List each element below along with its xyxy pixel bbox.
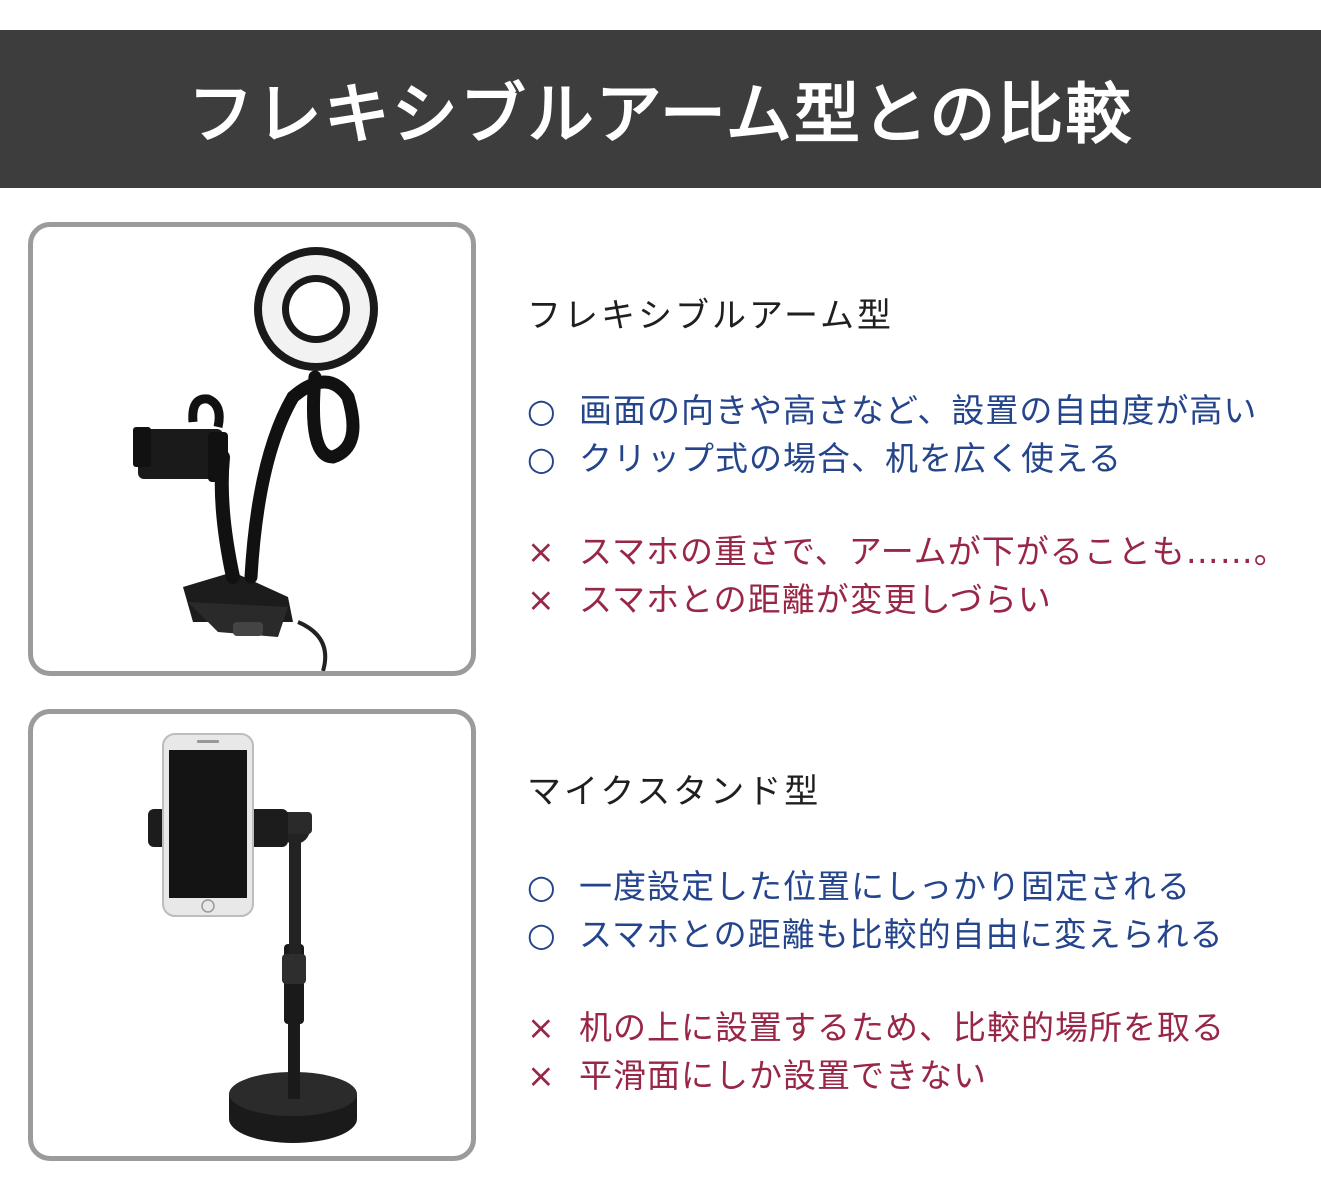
pro-text: スマホとの距離も比較的自由に変えられる [579,915,1224,954]
mic-stand-photo-frame [28,709,476,1161]
pro-item: ○ スマホとの距離も比較的自由に変えられる [527,911,1317,959]
circle-mark-icon: ○ [527,439,557,478]
section-title-mic-stand: マイクスタンド型 [527,772,822,812]
mic-stand-section: マイクスタンド型 ○ 一度設定した位置にしっかり固定される ○ スマホとの距離も… [527,764,1317,1100]
con-item: × 机の上に設置するため、比較的場所を取る [527,1004,1317,1052]
pro-text: 一度設定した位置にしっかり固定される [579,867,1191,906]
section-title-flexible-arm: フレキシブルアーム型 [527,296,894,336]
circle-mark-icon: ○ [527,915,557,954]
pro-text: クリップ式の場合、机を広く使える [579,439,1123,478]
pro-item: ○ クリップ式の場合、机を広く使える [527,435,1317,483]
circle-mark-icon: ○ [527,867,557,906]
pro-item: ○ 画面の向きや高さなど、設置の自由度が高い [527,387,1317,435]
cross-mark-icon: × [527,532,556,571]
con-text: 机の上に設置するため、比較的場所を取る [579,1008,1225,1047]
con-item: × 平滑面にしか設置できない [527,1052,1317,1100]
flexible-arm-photo-frame [28,222,476,676]
con-text: スマホの重さで、アームが下がることも……。 [579,532,1288,571]
page-title: フレキシブルアーム型との比較 [187,76,1134,153]
con-text: 平滑面にしか設置できない [579,1056,987,1095]
con-item: × スマホの重さで、アームが下がることも……。 [527,528,1317,576]
cross-mark-icon: × [527,1056,556,1095]
con-item: × スマホとの距離が変更しづらい [527,576,1317,624]
header-banner: フレキシブルアーム型との比較 [0,30,1321,188]
pro-text: 画面の向きや高さなど、設置の自由度が高い [579,391,1258,430]
pro-item: ○ 一度設定した位置にしっかり固定される [527,863,1317,911]
flexible-arm-ring-light-photo [133,247,378,671]
cross-mark-icon: × [527,1008,556,1047]
flexible-arm-section: フレキシブルアーム型 ○ 画面の向きや高さなど、設置の自由度が高い ○ クリップ… [527,288,1317,624]
cross-mark-icon: × [527,580,556,619]
mic-stand-phone-holder-photo [148,733,357,1143]
con-text: スマホとの距離が変更しづらい [579,580,1052,619]
circle-mark-icon: ○ [527,391,557,430]
